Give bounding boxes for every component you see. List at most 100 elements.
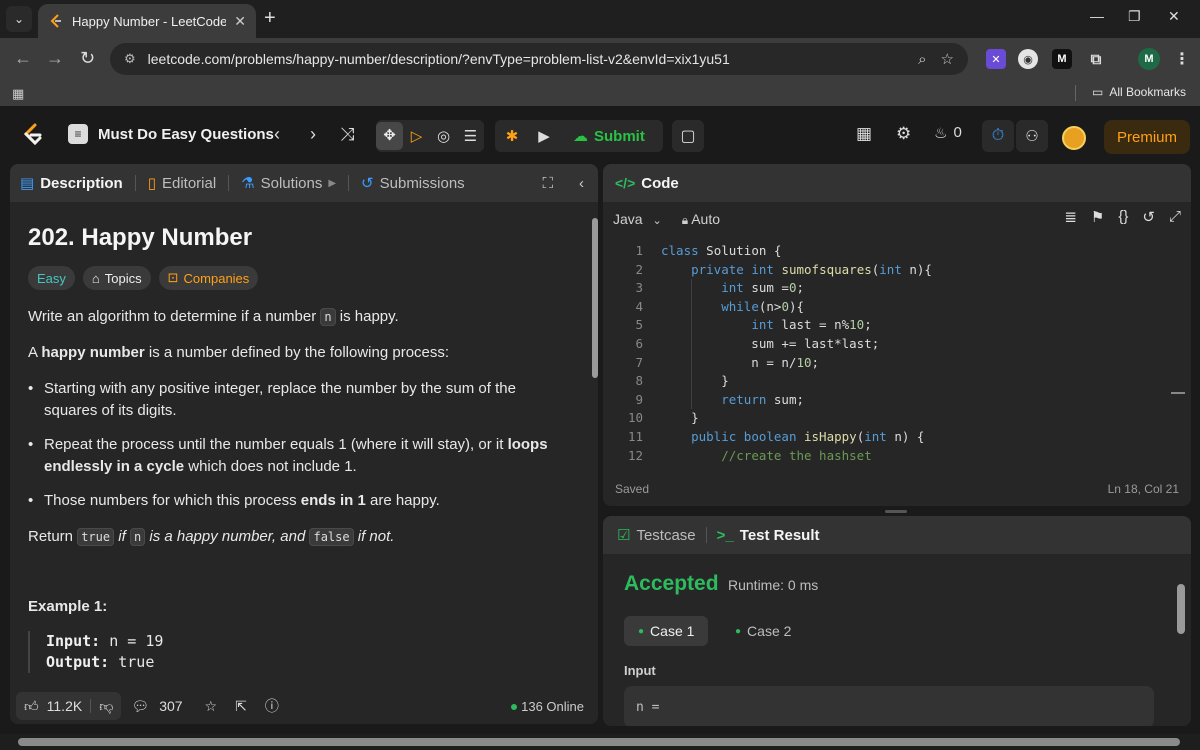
debug-icon[interactable]: ✱: [495, 127, 529, 145]
sliders-icon[interactable]: ☰: [457, 127, 484, 145]
help-icon[interactable]: ⓘ: [265, 696, 279, 716]
submit-button[interactable]: ☁ Submit: [573, 127, 645, 146]
apps-grid-icon[interactable]: ▦: [12, 86, 24, 102]
address-bar[interactable]: ⚙ leetcode.com/problems/happy-number/des…: [110, 43, 968, 75]
inline-code: n: [129, 528, 146, 546]
user-avatar[interactable]: [1062, 126, 1086, 150]
extension-owl-icon[interactable]: ◉: [1018, 49, 1038, 69]
problem-panel: ▤ Description ▯ Editorial ⚗ Solutions ▶ …: [10, 164, 598, 724]
format-icon[interactable]: ≣: [1064, 208, 1077, 226]
line-number: 3: [635, 280, 643, 296]
problem-description: 202. Happy Number Easy ⌂ Topics ⊡ Compan…: [10, 202, 586, 686]
tab-solutions[interactable]: ⚗ Solutions ▶: [241, 174, 336, 193]
fullscreen-icon[interactable]: ⤢: [1169, 208, 1181, 226]
url-text: leetcode.com/problems/happy-number/descr…: [147, 51, 730, 67]
line-number: 7: [635, 354, 643, 370]
browser-tab[interactable]: Happy Number - LeetCode ✕: [38, 4, 256, 38]
extension-icon[interactable]: ✕: [986, 49, 1006, 69]
thumbs-up-icon[interactable]: 👍︎: [24, 698, 39, 715]
tab-description[interactable]: ▤ Description: [20, 174, 123, 193]
tab-testcase[interactable]: ☑ Testcase: [617, 526, 696, 545]
back-icon[interactable]: ←: [14, 49, 32, 67]
reload-icon[interactable]: ↻: [80, 49, 95, 67]
description-scrollbar[interactable]: [592, 208, 598, 688]
close-window-icon[interactable]: ✕: [1168, 8, 1180, 25]
star-icon[interactable]: ☆: [205, 698, 218, 715]
scrollbar-thumb[interactable]: [18, 738, 1180, 746]
example-output-label: Output:: [46, 653, 110, 671]
difficulty-badge: Easy: [28, 266, 75, 290]
problem-list-button[interactable]: ≡ Must Do Easy Questions: [68, 124, 274, 144]
divider: [705, 527, 707, 543]
extensions-puzzle-icon[interactable]: ⧉: [1086, 49, 1106, 69]
premium-button[interactable]: Premium: [1104, 120, 1190, 154]
case-2-tab[interactable]: ● Case 2: [721, 616, 805, 646]
bookmark-star-icon[interactable]: ☆: [941, 50, 954, 68]
line-number: 8: [635, 373, 643, 389]
forward-icon[interactable]: →: [46, 49, 64, 67]
inline-code: true: [77, 528, 115, 546]
note-button[interactable]: ▢: [672, 120, 704, 152]
tab-search-icon[interactable]: ⌄: [6, 6, 32, 32]
reset-icon[interactable]: ↺: [1142, 208, 1155, 226]
tab-test-result[interactable]: >_ Test Result: [717, 527, 820, 544]
share-icon[interactable]: ⇱: [235, 698, 247, 715]
scrollbar-thumb[interactable]: [1177, 584, 1185, 634]
streak-counter[interactable]: ♨ 0: [934, 124, 962, 142]
bullet-text-end: are happy.: [365, 492, 440, 509]
move-icon[interactable]: ✥: [376, 122, 403, 150]
all-bookmarks-button[interactable]: ▭ All Bookmarks: [1092, 85, 1186, 99]
example-title: Example 1:: [28, 598, 108, 615]
lock-icon: 🔒︎: [681, 212, 689, 227]
extension-medium-icon[interactable]: M: [1052, 49, 1072, 69]
example-input: Input: n = 19: [46, 631, 568, 652]
comment-icon[interactable]: 💬︎: [131, 698, 149, 715]
restore-icon[interactable]: ❐: [1128, 8, 1141, 25]
run-icon[interactable]: ▶: [529, 127, 559, 145]
expand-icon[interactable]: ⛶: [542, 175, 553, 192]
braces-icon[interactable]: {}: [1118, 208, 1128, 226]
chevron-left-icon[interactable]: ‹: [274, 124, 280, 145]
play-outline-icon[interactable]: ▷: [403, 127, 430, 145]
divider: [134, 175, 136, 191]
tab-solutions-label: Solutions: [260, 174, 323, 192]
collapse-icon[interactable]: ‹: [579, 175, 584, 192]
panel-resize-handle[interactable]: [885, 510, 907, 513]
thumbs-down-icon[interactable]: 👎︎: [99, 698, 113, 715]
companies-chip[interactable]: ⊡ Companies: [158, 266, 259, 290]
topics-chip[interactable]: ⌂ Topics: [82, 266, 151, 290]
new-tab-icon[interactable]: +: [264, 8, 276, 28]
leetcode-logo[interactable]: [20, 122, 44, 148]
page-horizontal-scrollbar[interactable]: [0, 734, 1200, 750]
bookmark-icon[interactable]: ⚑: [1091, 208, 1104, 226]
tab-submissions[interactable]: ↺ Submissions: [361, 174, 465, 193]
shuffle-icon[interactable]: ⤨: [340, 124, 354, 145]
code-line: 11 public boolean isHappy(int n) {: [603, 428, 1191, 447]
code-editor[interactable]: 1 class Solution { 2 private int sumofsqu…: [603, 242, 1191, 464]
result-scrollbar[interactable]: [1177, 566, 1185, 716]
add-user-button[interactable]: ⚇: [1016, 120, 1048, 152]
chevron-right-icon[interactable]: ›: [310, 124, 316, 145]
browser-menu-icon[interactable]: ⋮: [1172, 49, 1192, 69]
site-info-icon[interactable]: ⚙: [124, 51, 136, 67]
profile-avatar[interactable]: M: [1138, 48, 1160, 70]
language-select[interactable]: Java ⌄: [613, 211, 662, 227]
tab-editorial[interactable]: ▯ Editorial: [148, 174, 216, 193]
intro-text-end: is happy.: [335, 308, 399, 325]
layout-icon[interactable]: ▦: [856, 124, 872, 144]
companies-label: Companies: [183, 270, 250, 286]
case-1-tab[interactable]: ● Case 1: [624, 616, 709, 646]
minimize-icon[interactable]: —: [1090, 8, 1104, 24]
pass-dot-icon: ●: [638, 625, 645, 637]
leetcode-nav: ≡ Must Do Easy Questions ‹ › ⤨ ✥ ▷ ◎ ☰ ✱…: [0, 106, 1200, 162]
tab-close-icon[interactable]: ✕: [234, 13, 246, 30]
problem-intro: Write an algorithm to determine if a num…: [28, 306, 568, 328]
tab-description-label: Description: [40, 174, 123, 192]
eye-off-icon[interactable]: ◎: [430, 127, 457, 145]
zoom-icon[interactable]: ⌕: [918, 51, 926, 68]
scrollbar-thumb[interactable]: [592, 218, 598, 378]
gear-icon[interactable]: ⚙: [896, 124, 911, 144]
timer-button[interactable]: ⏱: [982, 120, 1014, 152]
code-tab-header: </> Code: [603, 164, 1191, 202]
auto-mode-toggle[interactable]: 🔒︎ Auto: [682, 211, 720, 228]
